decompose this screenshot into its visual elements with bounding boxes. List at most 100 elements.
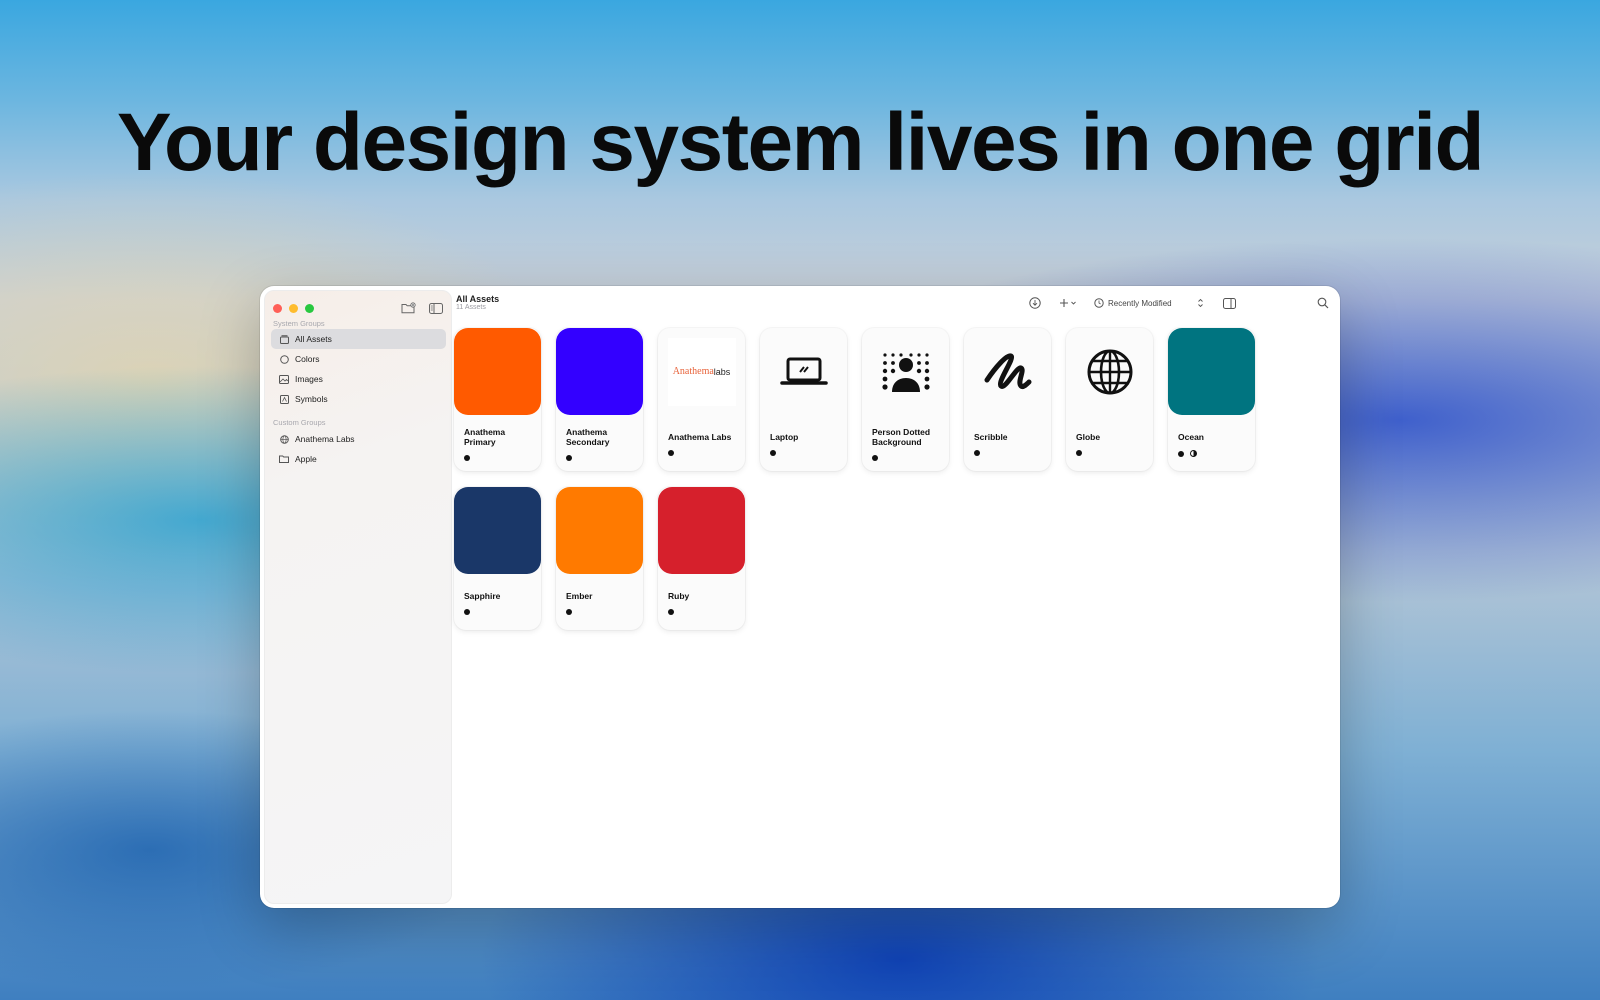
sidebar-item-label: Symbols: [295, 394, 328, 404]
search-icon: [1317, 297, 1329, 309]
asset-card[interactable]: Laptop: [760, 328, 847, 471]
symbol-thumbnail: [760, 328, 847, 415]
close-button[interactable]: [273, 304, 282, 313]
symbol-thumbnail: [964, 328, 1051, 415]
sidebar-icon: [429, 302, 443, 314]
asset-name: Ruby: [668, 591, 690, 601]
sidebar-item-symbols[interactable]: Symbols: [271, 389, 446, 409]
plus-chevron-icon: [1060, 299, 1076, 307]
asset-card[interactable]: Person Dotted Background: [862, 328, 949, 471]
symbol-thumbnail: [862, 328, 949, 415]
appearance-modes: [1076, 450, 1082, 456]
asset-name: Person Dotted Background: [872, 427, 931, 447]
sidebar: System Groups All Assets Colors Images S…: [264, 290, 452, 904]
asset-card[interactable]: Ruby: [658, 487, 745, 630]
light-mode-dot: [872, 455, 878, 461]
minimize-button[interactable]: [289, 304, 298, 313]
asset-card[interactable]: Anathema Secondary: [556, 328, 643, 471]
headline: Your design system lives in one grid: [116, 97, 1485, 188]
asset-card[interactable]: Globe: [1066, 328, 1153, 471]
appearance-modes: [1178, 450, 1197, 457]
asset-grid: Anathema Primary Anathema Secondary Anat…: [454, 328, 1255, 632]
asset-name: Anathema Secondary: [566, 427, 610, 447]
sidebar-item-label: Colors: [295, 354, 320, 364]
color-swatch: [556, 487, 643, 574]
light-mode-dot: [668, 609, 674, 615]
folder-badge-plus-icon: [401, 302, 416, 314]
asset-name: Laptop: [770, 432, 799, 442]
asset-card[interactable]: Anathema labs Anathema Labs: [658, 328, 745, 471]
asset-count: 11 Assets: [456, 304, 486, 311]
sidebar-item-apple[interactable]: Apple: [271, 449, 446, 469]
chevron-up-down-icon: [1198, 298, 1203, 308]
add-menu-button[interactable]: [1056, 294, 1082, 312]
light-mode-dot: [566, 609, 572, 615]
appearance-modes: [464, 455, 470, 461]
symbol-box-icon: [279, 394, 289, 404]
dark-mode-dot: [1190, 450, 1197, 457]
light-mode-dot: [566, 455, 572, 461]
light-mode-dot: [1076, 450, 1082, 456]
light-mode-dot: [974, 450, 980, 456]
appearance-modes: [872, 455, 878, 461]
import-button[interactable]: [1026, 294, 1044, 312]
asset-card[interactable]: Scribble: [964, 328, 1051, 471]
photo-icon: [279, 374, 289, 384]
light-mode-dot: [770, 450, 776, 456]
light-mode-dot: [1178, 450, 1184, 457]
circle-icon: [279, 354, 289, 364]
asset-card[interactable]: Ocean: [1168, 328, 1255, 471]
system-groups-label: System Groups: [273, 319, 325, 328]
asset-name: Sapphire: [464, 591, 501, 601]
new-folder-button[interactable]: [399, 299, 417, 317]
asset-name: Ember: [566, 591, 593, 601]
asset-name: Scribble: [974, 432, 1008, 442]
asset-card[interactable]: Anathema Primary: [454, 328, 541, 471]
page-title: All Assets: [456, 294, 500, 304]
sidebar-item-images[interactable]: Images: [271, 369, 446, 389]
asset-name: Ocean: [1178, 432, 1204, 442]
color-swatch: [556, 328, 643, 415]
appearance-modes: [566, 455, 572, 461]
light-mode-dot: [668, 450, 674, 456]
sidebar-item-label: All Assets: [295, 334, 332, 344]
globe-icon: [1087, 349, 1132, 394]
sidebar-item-anathema-labs[interactable]: Anathema Labs: [271, 429, 446, 449]
asset-name: Globe: [1076, 432, 1101, 442]
symbol-thumbnail: [1066, 328, 1153, 415]
custom-groups-label: Custom Groups: [273, 418, 326, 427]
color-swatch: [1168, 328, 1255, 415]
sidebar-item-colors[interactable]: Colors: [271, 349, 446, 369]
toggle-sidebar-button[interactable]: [427, 299, 445, 317]
sidebar-item-label: Apple: [295, 454, 317, 464]
sidebar-item-label: Images: [295, 374, 323, 384]
color-swatch: [454, 328, 541, 415]
color-swatch: [658, 487, 745, 574]
folder-icon: [279, 454, 289, 464]
light-mode-dot: [464, 609, 470, 615]
appearance-modes: [566, 609, 572, 615]
sort-label: Recently Modified: [1108, 298, 1172, 308]
scribble-icon: [984, 352, 1031, 389]
appearance-modes: [668, 450, 674, 456]
color-swatch: [454, 487, 541, 574]
asset-name: Anathema Primary: [464, 427, 506, 447]
collection-icon: [279, 334, 289, 344]
zoom-button[interactable]: [305, 304, 314, 313]
toggle-inspector-button[interactable]: [1220, 294, 1238, 312]
app-window: System Groups All Assets Colors Images S…: [260, 286, 1340, 908]
image-thumbnail: Anathema labs: [658, 328, 745, 415]
appearance-modes: [770, 450, 776, 456]
appearance-modes: [974, 450, 980, 456]
light-mode-dot: [464, 455, 470, 461]
asset-card[interactable]: Sapphire: [454, 487, 541, 630]
sort-menu[interactable]: Recently Modified: [1090, 294, 1210, 312]
asset-browser: All Assets 11 Assets Recently Modified A…: [454, 286, 1340, 908]
inspector-icon: [1222, 297, 1236, 309]
download-circle-icon: [1029, 297, 1041, 309]
window-controls: [273, 304, 314, 313]
asset-card[interactable]: Ember: [556, 487, 643, 630]
search-button[interactable]: [1314, 294, 1332, 312]
appearance-modes: [668, 609, 674, 615]
sidebar-item-all-assets[interactable]: All Assets: [271, 329, 446, 349]
